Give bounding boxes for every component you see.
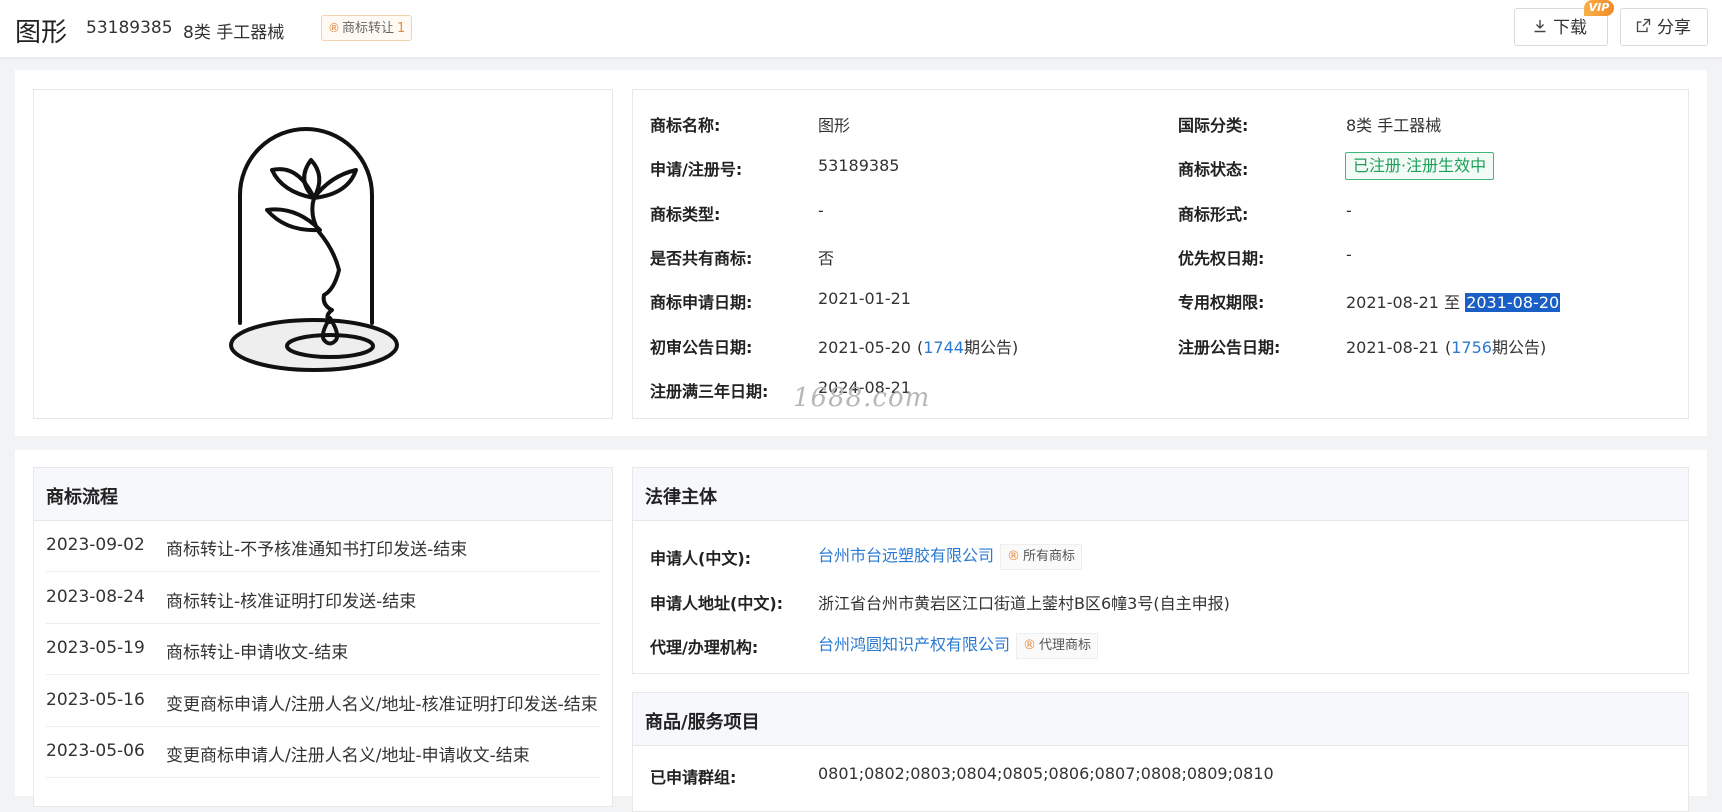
trademark-logo-icon	[229, 127, 399, 372]
shared-value: 否	[818, 249, 835, 268]
exclusive-value: 2021-08-21 至 2031-08-20	[1346, 293, 1561, 312]
three-year-label: 注册满三年日期:	[650, 382, 769, 401]
trademark-info-card	[632, 89, 1689, 419]
exclusive-label: 专用权期限:	[1178, 293, 1265, 312]
address-label: 申请人地址(中文):	[650, 594, 784, 613]
registered-icon: ®	[1007, 548, 1021, 564]
download-icon	[1533, 9, 1547, 47]
form-label: 商标形式:	[1178, 205, 1249, 224]
applicant-value: 台州市台远塑胶有限公司 ® 所有商标	[818, 542, 1083, 570]
goods-title: 商品/服务项目	[645, 712, 760, 733]
goods-section: 商品/服务项目	[632, 692, 1689, 812]
name-label: 商标名称:	[650, 116, 721, 135]
page-title: 图形	[15, 18, 68, 48]
applicant-link[interactable]: 台州市台远塑胶有限公司	[818, 546, 994, 565]
apply-date-value: 2021-01-21	[818, 289, 911, 308]
reg-no-value: 53189385	[818, 156, 900, 175]
table-row: 2023-05-06 变更商标申请人/注册人名义/地址-申请收文-结束	[46, 726, 600, 778]
prelim-issue-link[interactable]: 1744	[923, 338, 964, 357]
agent-link[interactable]: 台州鸿圆知识产权有限公司	[818, 635, 1010, 654]
table-row: 2023-09-02 商标转让-不予核准通知书打印发送-结束	[46, 520, 600, 572]
share-icon	[1636, 9, 1651, 47]
flow-title: 商标流程	[46, 487, 118, 508]
all-trademarks-button[interactable]: ® 所有商标	[1000, 543, 1083, 570]
exclusive-end-selected: 2031-08-20	[1465, 293, 1561, 312]
reg-pub-label: 注册公告日期:	[1178, 338, 1281, 357]
agent-label: 代理/办理机构:	[650, 638, 759, 657]
shared-label: 是否共有商标:	[650, 249, 753, 268]
reg-no-label: 申请/注册号:	[650, 160, 743, 179]
prelim-value: 2021-05-20 (1744期公告)	[818, 338, 1019, 357]
address-value: 浙江省台州市黄岩区江口街道上蓥村B区6幢3号(自主申报)	[818, 594, 1230, 613]
intl-class-label: 国际分类:	[1178, 116, 1249, 135]
agent-trademarks-button[interactable]: ® 代理商标	[1016, 632, 1099, 659]
registered-icon: ®	[328, 21, 340, 35]
status-label: 商标状态:	[1178, 160, 1249, 179]
table-row: 2023-05-19 商标转让-申请收文-结束	[46, 623, 600, 675]
legal-section: 法律主体	[632, 467, 1689, 674]
apply-date-label: 商标申请日期:	[650, 293, 753, 312]
trademark-category: 8类 手工器械	[183, 23, 285, 43]
groups-label: 已申请群组:	[650, 768, 737, 787]
trademark-number: 53189385	[86, 18, 173, 38]
type-value: -	[818, 201, 824, 220]
form-value: -	[1346, 201, 1352, 220]
table-row: 2023-08-24 商标转让-核准证明打印发送-结束	[46, 572, 600, 624]
prelim-label: 初审公告日期:	[650, 338, 753, 357]
groups-value: 0801;0802;0803;0804;0805;0806;0807;0808;…	[818, 764, 1274, 783]
reg-pub-issue-link[interactable]: 1756	[1451, 338, 1492, 357]
priority-value: -	[1346, 245, 1352, 264]
priority-label: 优先权日期:	[1178, 249, 1265, 268]
name-value: 图形	[818, 116, 851, 135]
reg-pub-value: 2021-08-21 (1756期公告)	[1346, 338, 1547, 357]
status-badge: 已注册·注册生效中	[1345, 152, 1495, 180]
vip-badge: VIP	[1584, 0, 1614, 16]
agent-value: 台州鸿圆知识产权有限公司 ® 代理商标	[818, 631, 1099, 659]
watermark: 1688.com	[793, 383, 931, 413]
intl-class-value: 8类 手工器械	[1346, 116, 1442, 135]
table-row: 2023-05-16 变更商标申请人/注册人名义/地址-核准证明打印发送-结束	[46, 675, 600, 727]
applicant-label: 申请人(中文):	[650, 549, 752, 568]
trademark-image-card	[33, 89, 613, 419]
transfer-count: 1	[397, 21, 406, 36]
type-label: 商标类型:	[650, 205, 721, 224]
top-bar: 图形 53189385 8类 手工器械 ® 商标转让 1 下载 VIP 分享	[0, 0, 1722, 57]
flow-section: 商标流程 2023-09-02 商标转让-不予核准通知书打印发送-结束 2023-…	[33, 467, 613, 807]
registered-icon: ®	[1023, 637, 1037, 653]
transfer-badge[interactable]: ® 商标转让 1	[321, 15, 413, 41]
legal-title: 法律主体	[645, 487, 717, 508]
share-button[interactable]: 分享	[1620, 8, 1708, 46]
